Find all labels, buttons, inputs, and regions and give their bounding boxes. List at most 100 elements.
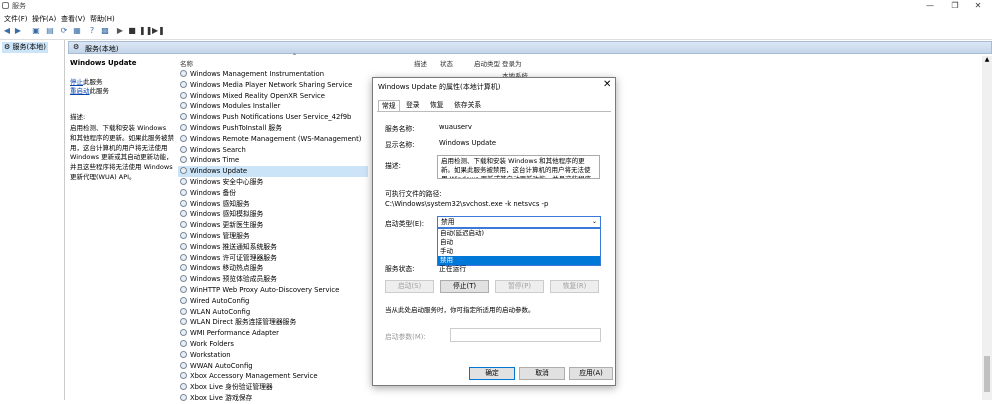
column-header-startup[interactable]: 启动类型	[474, 58, 500, 68]
service-row[interactable]: Windows 许可证管理器服务	[178, 253, 368, 264]
service-row[interactable]: Windows Search	[178, 145, 368, 156]
service-row[interactable]: Windows 移动热点服务	[178, 263, 368, 274]
service-row[interactable]: Workstation	[178, 350, 368, 361]
description-text: 启用检测、下载和安装 Windows 和其他程序的更新。如果此服务被禁用，这台计…	[70, 124, 174, 181]
service-row[interactable]: Windows Management Instrumentation	[178, 69, 368, 80]
stop-service-icon[interactable]: ■	[127, 26, 137, 36]
cancel-button[interactable]: 取消	[519, 367, 565, 380]
tree-node-services-local[interactable]: ⚙ 服务(本地)	[2, 42, 48, 53]
tab-recovery[interactable]: 恢复	[427, 100, 447, 111]
gear-icon	[180, 134, 187, 142]
close-icon[interactable]: ✕	[966, 0, 990, 12]
service-name: Windows Media Player Network Sharing Ser…	[190, 80, 353, 89]
menu-view[interactable]: 查看(V)	[61, 14, 85, 24]
service-name: Xbox Live 游戏保存	[190, 394, 253, 402]
menu-action[interactable]: 操作(A)	[32, 14, 56, 24]
app-icon	[2, 2, 9, 9]
menu-file[interactable]: 文件(F)	[4, 14, 28, 24]
column-header-desc[interactable]: 描述	[414, 58, 427, 68]
dialog-desc-box[interactable]: 启用检测、下载和安装 Windows 和其他程序的更新。如果此服务被禁用，这台计…	[437, 155, 600, 179]
column-header-logon[interactable]: 登录为	[502, 58, 522, 68]
gear-icon	[180, 167, 187, 175]
selected-service-name: Windows Update	[70, 59, 137, 67]
scroll-up-icon[interactable]: ▲	[983, 56, 991, 64]
service-row[interactable]: WWAN AutoConfig	[178, 361, 368, 372]
back-icon[interactable]: ◀	[2, 26, 12, 36]
help-icon[interactable]: ?	[87, 26, 97, 36]
menu-help[interactable]: 帮助(H)	[90, 14, 115, 24]
stop-service-link[interactable]: 停止	[70, 78, 83, 86]
description-panel: Windows Update 停止此服务 重启动此服务 描述: 启用检测、下载和…	[68, 56, 176, 400]
startup-type-dropdown: 自动(延迟启动) 自动 手动 禁用	[437, 228, 601, 266]
gear-icon	[180, 232, 187, 239]
apply-button[interactable]: 应用(A)	[569, 367, 613, 380]
service-row[interactable]: Xbox Accessory Management Service	[178, 371, 368, 382]
start-service-icon[interactable]: ▶	[115, 26, 125, 36]
service-name: WMI Performance Adapter	[190, 329, 279, 338]
service-row[interactable]: Windows Push Notifications User Service_…	[178, 112, 368, 123]
service-row[interactable]: Work Folders	[178, 339, 368, 350]
service-name: Windows Push Notifications User Service_…	[190, 113, 352, 122]
service-row[interactable]: Windows 更新医生服务	[178, 220, 368, 231]
service-row[interactable]: Windows 预览体验成员服务	[178, 274, 368, 285]
pause-button[interactable]: 暂停(P)	[495, 280, 544, 293]
pause-service-icon[interactable]: ❚❚	[139, 26, 152, 36]
service-row[interactable]: Windows 感知模拟服务	[178, 209, 368, 220]
startup-option-delayed[interactable]: 自动(延迟启动)	[438, 229, 600, 238]
service-row[interactable]: Windows Time	[178, 155, 368, 166]
scroll-thumb[interactable]	[984, 356, 990, 392]
export-icon[interactable]: ▦	[72, 26, 82, 36]
stop-button[interactable]: 停止(T)	[440, 280, 489, 293]
startup-option-auto[interactable]: 自动	[438, 238, 600, 247]
service-row[interactable]: Windows Remote Management (WS-Management…	[178, 134, 368, 145]
properties-dialog: Windows Update 的属性(本地计算机) ✕ 常规 登录 恢复 依存关…	[372, 77, 616, 386]
service-row[interactable]: WinHTTP Web Proxy Auto-Discovery Service	[178, 285, 368, 296]
gear-icon	[180, 221, 187, 229]
vertical-scrollbar[interactable]: ▲	[982, 56, 992, 400]
ok-button[interactable]: 确定	[469, 367, 515, 380]
column-header-name[interactable]: 名称	[180, 58, 193, 68]
gear-icon	[180, 210, 187, 218]
start-button[interactable]: 启动(S)	[385, 280, 434, 293]
startup-option-manual[interactable]: 手动	[438, 247, 600, 256]
startup-type-select[interactable]: 禁用 ⌄	[437, 216, 601, 228]
minimize-icon[interactable]: —	[918, 0, 942, 12]
gear-icon	[180, 124, 187, 131]
refresh-icon[interactable]: ⟳	[59, 26, 69, 36]
service-row[interactable]: Wired AutoConfig	[178, 296, 368, 307]
service-row[interactable]: Xbox Live 游戏保存	[178, 393, 368, 404]
restart-service-icon[interactable]: ▶❚	[152, 26, 165, 36]
service-row[interactable]: Windows 安全中心服务	[178, 177, 368, 188]
gear-icon	[180, 264, 187, 272]
service-name: Work Folders	[190, 340, 234, 348]
tab-logon[interactable]: 登录	[403, 100, 423, 111]
service-row[interactable]: Windows Media Player Network Sharing Ser…	[178, 80, 368, 91]
column-header-status[interactable]: 状态	[440, 58, 453, 68]
tab-dependencies[interactable]: 依存关系	[451, 100, 484, 111]
view-icon[interactable]: ▩	[100, 26, 110, 36]
service-row[interactable]: Windows PushToInstall 服务	[178, 123, 368, 134]
service-name: Windows 管理服务	[190, 232, 250, 240]
forward-icon[interactable]: ▶	[13, 26, 23, 36]
service-name: Windows 安全中心服务	[190, 178, 264, 186]
service-row[interactable]: WMI Performance Adapter	[178, 328, 368, 339]
start-params-input[interactable]	[450, 328, 601, 342]
console-tree-icon[interactable]: ▣	[31, 26, 41, 36]
service-row[interactable]: WLAN AutoConfig	[178, 307, 368, 318]
restart-service-link[interactable]: 重启动	[70, 87, 90, 95]
service-row[interactable]: Windows Modules Installer	[178, 101, 368, 112]
service-row[interactable]: WLAN Direct 服务连接管理器服务	[178, 317, 368, 328]
toolbar: ◀ ▶ ▣ ▤ ⟳ ▦ ? ▩ ▶ ■ ❚❚ ▶❚	[0, 24, 992, 40]
service-row[interactable]: Windows 感知服务	[178, 199, 368, 210]
maximize-icon[interactable]: ❐	[943, 0, 967, 12]
service-row[interactable]: Windows 管理服务	[178, 231, 368, 242]
resume-button[interactable]: 恢复(R)	[550, 280, 599, 293]
properties-icon[interactable]: ▤	[45, 26, 55, 36]
service-row[interactable]: Windows Mixed Reality OpenXR Service	[178, 91, 368, 102]
service-row[interactable]: Windows 备份	[178, 188, 368, 199]
service-row[interactable]: Xbox Live 身份验证管理器	[178, 382, 368, 393]
dialog-close-icon[interactable]: ✕	[603, 79, 611, 90]
display-name-value: Windows Update	[439, 139, 497, 147]
service-row[interactable]: Windows 推送通知系统服务	[178, 242, 368, 253]
service-row[interactable]: Windows Update	[178, 166, 368, 177]
